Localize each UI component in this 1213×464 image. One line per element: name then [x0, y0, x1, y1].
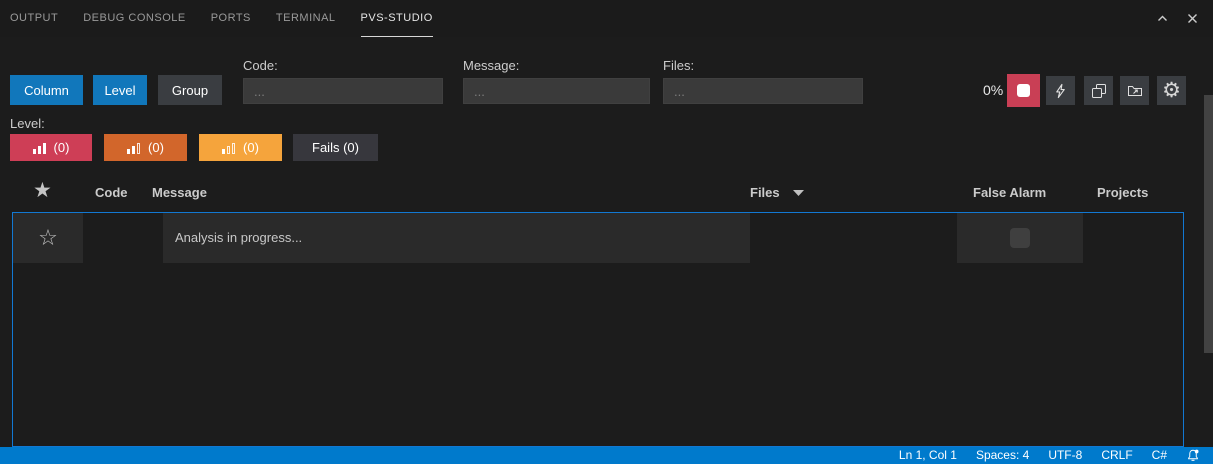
- false-alarm-cell: [957, 213, 1083, 263]
- level-medium-count: (0): [148, 140, 164, 155]
- code-filter: Code:: [243, 58, 443, 104]
- close-icon[interactable]: [1185, 12, 1199, 26]
- message-filter-label: Message:: [463, 58, 520, 73]
- analysis-progress-percent: 0%: [983, 82, 1004, 98]
- message-filter: Message:: [463, 58, 650, 104]
- tab-terminal[interactable]: TERMINAL: [276, 0, 336, 37]
- level-low-count: (0): [243, 140, 259, 155]
- level-filter-label: Level:: [10, 116, 45, 131]
- cursor-position[interactable]: Ln 1, Col 1: [899, 447, 957, 464]
- false-alarm-column-header: False Alarm: [973, 185, 1047, 200]
- level-high-count: (0): [53, 140, 70, 155]
- bar-chart-high-icon: [32, 142, 47, 154]
- fails-count: Fails (0): [312, 140, 359, 155]
- open-folder-icon: [1127, 83, 1143, 99]
- column-button[interactable]: Column: [10, 75, 83, 105]
- gear-icon: ⚙: [1162, 78, 1181, 102]
- message-column-header: Message: [152, 185, 207, 200]
- results-table: ☆ Analysis in progress...: [12, 212, 1184, 447]
- tab-pvs-studio[interactable]: PVS-STUDIO: [360, 0, 433, 37]
- files-filter-label: Files:: [663, 58, 695, 73]
- files-filter-input[interactable]: [663, 78, 863, 104]
- bar-chart-medium-icon: [127, 142, 141, 154]
- notifications-button[interactable]: [1186, 448, 1200, 463]
- fails-filter-button[interactable]: Fails (0): [293, 134, 378, 161]
- level-medium-button[interactable]: (0): [104, 134, 187, 161]
- copy-results-button[interactable]: [1084, 76, 1113, 105]
- tab-output[interactable]: OUTPUT: [10, 0, 58, 37]
- projects-column-header: Projects: [1097, 185, 1149, 200]
- lightning-icon: [1053, 83, 1068, 99]
- pvs-studio-panel: OUTPUT DEBUG CONSOLE PORTS TERMINAL PVS-…: [0, 0, 1213, 464]
- chevron-up-icon[interactable]: [1155, 12, 1169, 26]
- favorite-column-star-icon: ★: [33, 178, 52, 202]
- favorite-toggle-cell[interactable]: ☆: [13, 213, 83, 263]
- code-filter-label: Code:: [243, 58, 278, 73]
- code-filter-input[interactable]: [243, 78, 443, 104]
- status-bar: Ln 1, Col 1 Spaces: 4 UTF-8 CRLF C#: [0, 447, 1213, 464]
- group-button[interactable]: Group: [158, 75, 222, 105]
- level-high-button[interactable]: (0): [10, 134, 92, 161]
- message-filter-input[interactable]: [463, 78, 650, 104]
- files-column-label: Files: [750, 185, 780, 200]
- row-message-cell: Analysis in progress...: [163, 213, 750, 263]
- indentation-setting[interactable]: Spaces: 4: [976, 447, 1029, 464]
- star-outline-icon: ☆: [38, 225, 58, 251]
- false-alarm-checkbox[interactable]: [1010, 228, 1030, 248]
- stop-icon: [1017, 84, 1030, 97]
- level-low-button[interactable]: (0): [199, 134, 282, 161]
- eol-setting[interactable]: CRLF: [1101, 447, 1132, 464]
- run-analysis-button[interactable]: [1046, 76, 1075, 105]
- tab-debug-console[interactable]: DEBUG CONSOLE: [83, 0, 185, 37]
- level-button[interactable]: Level: [93, 75, 147, 105]
- copy-icon: [1091, 83, 1107, 99]
- panel-tabbar: OUTPUT DEBUG CONSOLE PORTS TERMINAL PVS-…: [0, 0, 1213, 37]
- language-mode[interactable]: C#: [1152, 447, 1167, 464]
- panel-window-controls: [1155, 0, 1199, 37]
- encoding-setting[interactable]: UTF-8: [1048, 447, 1082, 464]
- files-column-header[interactable]: Files: [750, 185, 804, 200]
- files-filter: Files:: [663, 58, 863, 104]
- open-report-button[interactable]: [1120, 76, 1149, 105]
- bar-chart-low-icon: [222, 142, 236, 154]
- bell-dot-icon: [1186, 448, 1200, 463]
- settings-button[interactable]: ⚙: [1157, 76, 1186, 105]
- panel-scrollbar[interactable]: [1204, 95, 1213, 353]
- code-column-header: Code: [95, 185, 128, 200]
- chevron-down-icon: [792, 189, 804, 196]
- stop-analysis-button[interactable]: [1007, 74, 1040, 107]
- tab-ports[interactable]: PORTS: [211, 0, 251, 37]
